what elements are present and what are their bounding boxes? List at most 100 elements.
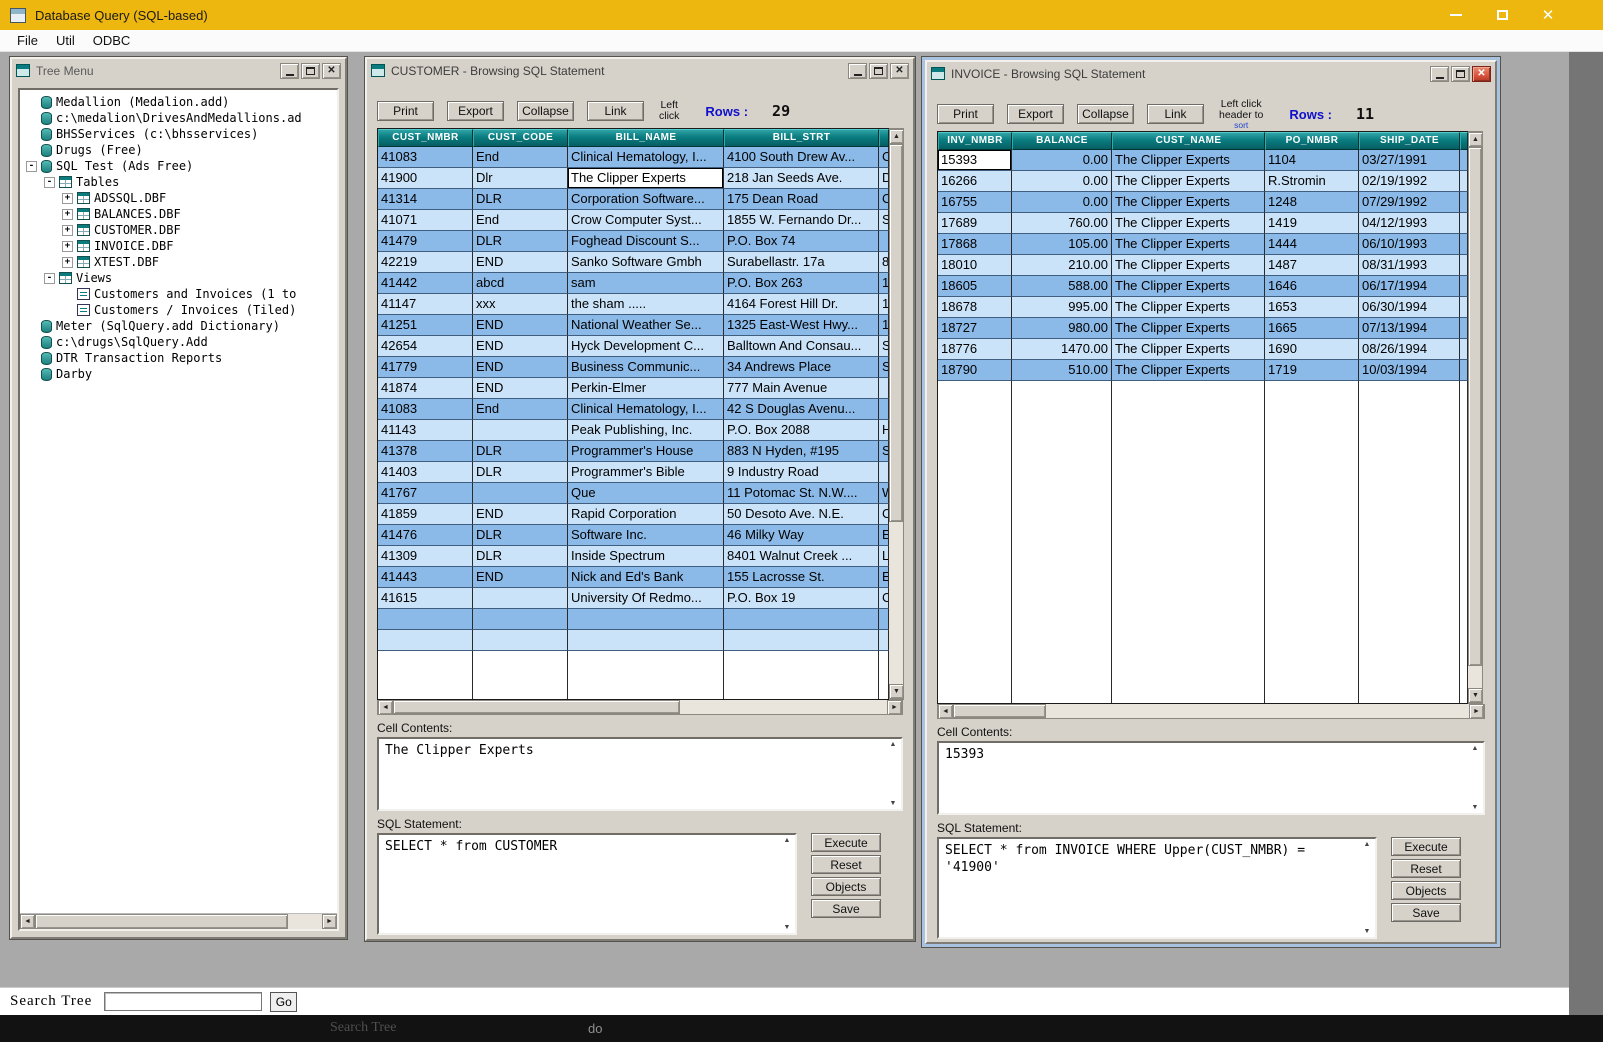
grid-cell[interactable]: 04/12/1993	[1359, 213, 1460, 234]
tree-window-titlebar[interactable]: Tree Menu ✕	[12, 59, 345, 82]
save-button[interactable]: Save	[1391, 903, 1461, 922]
search-tree-input[interactable]	[104, 992, 262, 1011]
expand-toggle-icon[interactable]: +	[62, 257, 73, 268]
export-button[interactable]: Export	[1007, 104, 1064, 124]
grid-cell[interactable]: W	[879, 483, 889, 504]
grid-cell[interactable]: Sanko Software Gmbh	[568, 252, 724, 273]
sql-statement-box[interactable]: SELECT * from INVOICE WHERE Upper(CUST_N…	[937, 837, 1377, 939]
grid-cell[interactable]	[879, 399, 889, 420]
scroll-left-button[interactable]: ◄	[938, 704, 953, 719]
tree-item[interactable]: +ADSSQL.DBF	[22, 190, 337, 206]
grid-cell[interactable]: 1646	[1265, 276, 1359, 297]
scroll-down-button[interactable]: ▼	[890, 800, 897, 807]
grid-cell[interactable]	[473, 420, 568, 441]
scroll-up-button[interactable]: ▲	[890, 741, 897, 748]
grid-cell[interactable]: S	[879, 210, 889, 231]
scrollbar-track[interactable]	[393, 700, 887, 714]
grid-cell[interactable]: C	[879, 504, 889, 525]
grid-cell[interactable]: R.Stromin	[1265, 171, 1359, 192]
menu-item-util[interactable]: Util	[47, 30, 84, 51]
reset-button[interactable]: Reset	[811, 855, 881, 874]
tree-item[interactable]: +INVOICE.DBF	[22, 238, 337, 254]
grid-cell[interactable]: 11 Potomac St. N.W....	[724, 483, 879, 504]
grid-cell[interactable]: END	[473, 336, 568, 357]
grid-cell[interactable]: 1444	[1265, 234, 1359, 255]
grid-cell[interactable]: 8	[879, 252, 889, 273]
grid-cell[interactable]: 41403	[378, 462, 473, 483]
scrollbar-track[interactable]	[889, 144, 903, 684]
tree-item[interactable]: Darby	[22, 366, 337, 382]
cell-contents-box[interactable]: The Clipper Experts ▲▼	[377, 737, 903, 811]
grid-cell[interactable]: 9 Industry Road	[724, 462, 879, 483]
grid-cell[interactable]: Business Communic...	[568, 357, 724, 378]
grid-cell[interactable]: 41083	[378, 147, 473, 168]
link-button[interactable]: Link	[1147, 104, 1204, 124]
grid-cell[interactable]: 175 Dean Road	[724, 189, 879, 210]
tree-item[interactable]: -Tables	[22, 174, 337, 190]
grid-cell[interactable]: P.O. Box 263	[724, 273, 879, 294]
grid-cell[interactable]: Inside Spectrum	[568, 546, 724, 567]
grid-cell[interactable]	[1460, 297, 1468, 318]
sql-statement-box[interactable]: SELECT * from CUSTOMER ▲▼	[377, 833, 797, 935]
grid-cell[interactable]: 1325 East-West Hwy...	[724, 315, 879, 336]
grid-cell[interactable]: the sham .....	[568, 294, 724, 315]
grid-cell[interactable]: 1470.00	[1012, 339, 1112, 360]
grid-cell[interactable]	[1460, 150, 1468, 171]
grid-cell[interactable]: 42219	[378, 252, 473, 273]
tree-item[interactable]: +CUSTOMER.DBF	[22, 222, 337, 238]
tree-item[interactable]: -Views	[22, 270, 337, 286]
grid-cell[interactable]: 0.00	[1012, 150, 1112, 171]
scroll-thumb[interactable]	[1468, 147, 1482, 666]
grid-cell[interactable]: 105.00	[1012, 234, 1112, 255]
column-header[interactable]: CUST_NAME	[1112, 132, 1265, 150]
grid-cell[interactable]: 1855 W. Fernando Dr...	[724, 210, 879, 231]
scroll-down-button[interactable]: ▼	[889, 684, 904, 699]
grid-cell[interactable]: 18727	[938, 318, 1012, 339]
grid-cell[interactable]: Peak Publishing, Inc.	[568, 420, 724, 441]
tree-item[interactable]: Customers and Invoices (1 to	[22, 286, 337, 302]
print-button[interactable]: Print	[377, 101, 434, 121]
grid-cell[interactable]: National Weather Se...	[568, 315, 724, 336]
grid-cell[interactable]: 18790	[938, 360, 1012, 381]
tree-item[interactable]: c:\medalion\DrivesAndMedallions.ad	[22, 110, 337, 126]
grid-cell[interactable]	[1460, 360, 1468, 381]
grid-cell[interactable]: L	[879, 546, 889, 567]
grid-cell[interactable]: 42654	[378, 336, 473, 357]
grid-cell[interactable]: END	[473, 252, 568, 273]
collapse-toggle-icon[interactable]: -	[26, 161, 37, 172]
grid-cell[interactable]: H	[879, 420, 889, 441]
close-button[interactable]: ✕	[890, 63, 909, 79]
grid-cell[interactable]: 1487	[1265, 255, 1359, 276]
grid-cell[interactable]: DLR	[473, 441, 568, 462]
grid-cell[interactable]: Programmer's House	[568, 441, 724, 462]
grid-cell[interactable]: End	[473, 147, 568, 168]
grid-cell[interactable]: C	[879, 189, 889, 210]
grid-cell[interactable]: 41476	[378, 525, 473, 546]
grid-cell[interactable]: P.O. Box 74	[724, 231, 879, 252]
grid-cell[interactable]: P.O. Box 19	[724, 588, 879, 609]
grid-cell[interactable]: The Clipper Experts	[1112, 360, 1265, 381]
grid-cell[interactable]	[879, 231, 889, 252]
grid-cell[interactable]	[879, 462, 889, 483]
grid-cell[interactable]: 1	[879, 315, 889, 336]
grid-cell[interactable]: 42 S Douglas Avenu...	[724, 399, 879, 420]
grid-cell[interactable]: Clinical Hematology, I...	[568, 399, 724, 420]
grid-cell[interactable]: 883 N Hyden, #195	[724, 441, 879, 462]
grid-cell[interactable]: 41615	[378, 588, 473, 609]
grid-cell[interactable]: END	[473, 378, 568, 399]
grid-cell[interactable]: 588.00	[1012, 276, 1112, 297]
grid-cell[interactable]: 41443	[378, 567, 473, 588]
grid-cell[interactable]: 18605	[938, 276, 1012, 297]
scroll-up-button[interactable]: ▲	[784, 837, 791, 844]
grid-cell[interactable]	[473, 588, 568, 609]
grid-cell[interactable]	[1460, 255, 1468, 276]
column-header[interactable]: PO_NMBR	[1265, 132, 1359, 150]
grid-cell[interactable]: 777 Main Avenue	[724, 378, 879, 399]
grid-cell[interactable]: DLR	[473, 546, 568, 567]
grid-cell[interactable]: 0.00	[1012, 171, 1112, 192]
grid-cell[interactable]: 41071	[378, 210, 473, 231]
app-minimize-button[interactable]	[1441, 4, 1471, 26]
grid-cell[interactable]: E	[879, 525, 889, 546]
execute-button[interactable]: Execute	[811, 833, 881, 852]
grid-cell[interactable]: Foghead Discount S...	[568, 231, 724, 252]
